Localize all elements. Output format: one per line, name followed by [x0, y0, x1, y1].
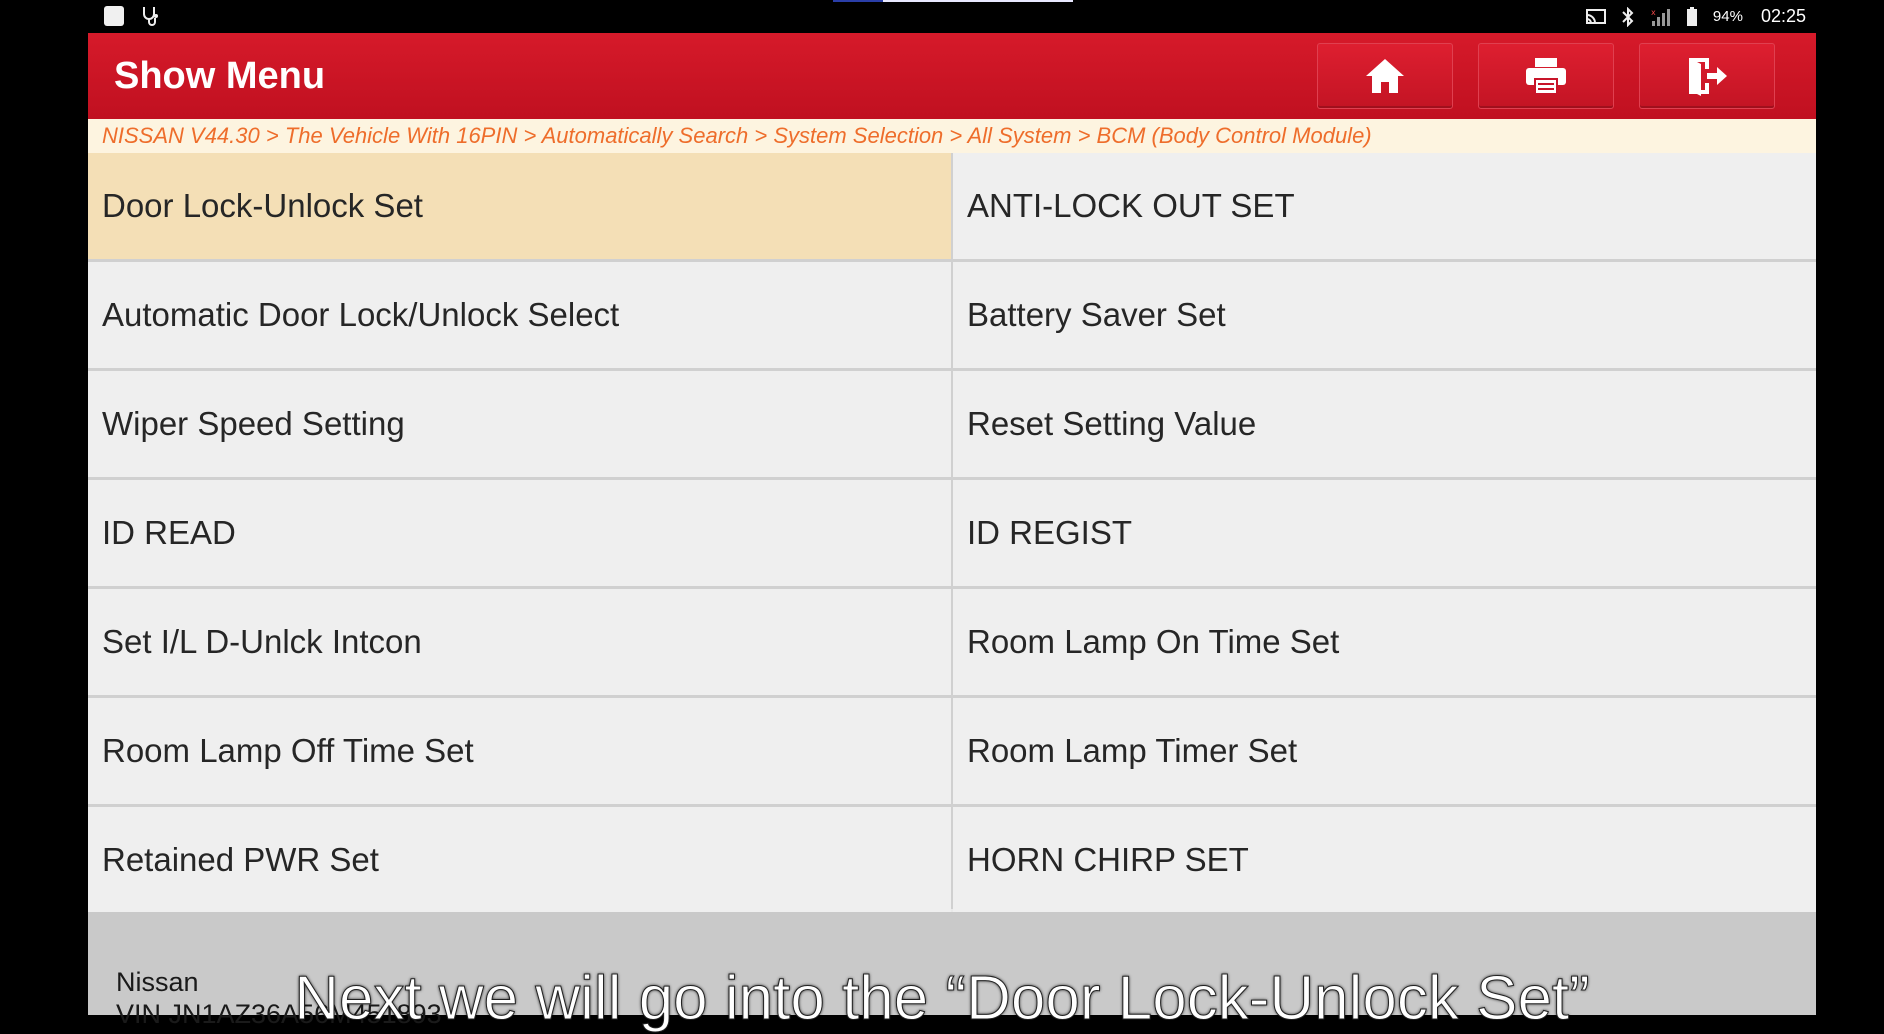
top-indicator-accent [833, 0, 883, 2]
menu-item-wiper-speed-setting[interactable]: Wiper Speed Setting [88, 371, 951, 477]
cast-icon [1585, 8, 1606, 24]
print-button[interactable] [1478, 43, 1614, 109]
menu-item-door-lock-unlock-set[interactable]: Door Lock-Unlock Set [88, 153, 951, 259]
menu-item-retained-pwr-set[interactable]: Retained PWR Set [88, 807, 951, 913]
menu-item-reset-setting-value[interactable]: Reset Setting Value [953, 371, 1816, 477]
signal-icon: x [1651, 8, 1670, 26]
bluetooth-icon [1622, 6, 1634, 27]
page-title: Show Menu [114, 55, 326, 97]
menu-item-horn-chirp-set[interactable]: HORN CHIRP SET [953, 807, 1816, 913]
home-icon [1366, 59, 1404, 93]
print-icon [1526, 58, 1566, 95]
exit-button[interactable] [1639, 43, 1775, 109]
menu-item-automatic-door-lock-unlock-select[interactable]: Automatic Door Lock/Unlock Select [88, 262, 951, 368]
battery-percent: 94% [1712, 8, 1743, 25]
app-square-icon [104, 6, 124, 26]
battery-icon [1686, 6, 1697, 26]
menu-item-room-lamp-off-time-set[interactable]: Room Lamp Off Time Set [88, 698, 951, 804]
header-bar: Show Menu [88, 33, 1816, 119]
diagnostic-icon [143, 7, 158, 26]
home-button[interactable] [1317, 43, 1453, 109]
status-icons: x 94% 02:25 [1585, 0, 1806, 33]
screen: x 94% 02:25 Show Menu NISSAN V44.30 > Th… [0, 0, 1884, 1034]
menu-item-id-regist[interactable]: ID REGIST [953, 480, 1816, 586]
exit-icon [1689, 58, 1727, 96]
app-window: Show Menu NISSAN V44.30 > The Vehicle Wi… [88, 33, 1816, 1029]
menu-item-battery-saver-set[interactable]: Battery Saver Set [953, 262, 1816, 368]
status-bar: x 94% 02:25 [88, 0, 1816, 33]
svg-text:x: x [1651, 8, 1656, 17]
menu-item-room-lamp-on-time-set[interactable]: Room Lamp On Time Set [953, 589, 1816, 695]
menu-grid: Door Lock-Unlock Set ANTI-LOCK OUT SET A… [88, 153, 1816, 913]
clock: 02:25 [1760, 6, 1806, 26]
menu-item-set-il-d-unlck-intcon[interactable]: Set I/L D-Unlck Intcon [88, 589, 951, 695]
menu-item-room-lamp-timer-set[interactable]: Room Lamp Timer Set [953, 698, 1816, 804]
menu-item-id-read[interactable]: ID READ [88, 480, 951, 586]
breadcrumb: NISSAN V44.30 > The Vehicle With 16PIN >… [88, 119, 1816, 153]
menu-item-anti-lock-out-set[interactable]: ANTI-LOCK OUT SET [953, 153, 1816, 259]
video-subtitle: Next we will go into the “Door Lock-Unlo… [294, 964, 1591, 1034]
